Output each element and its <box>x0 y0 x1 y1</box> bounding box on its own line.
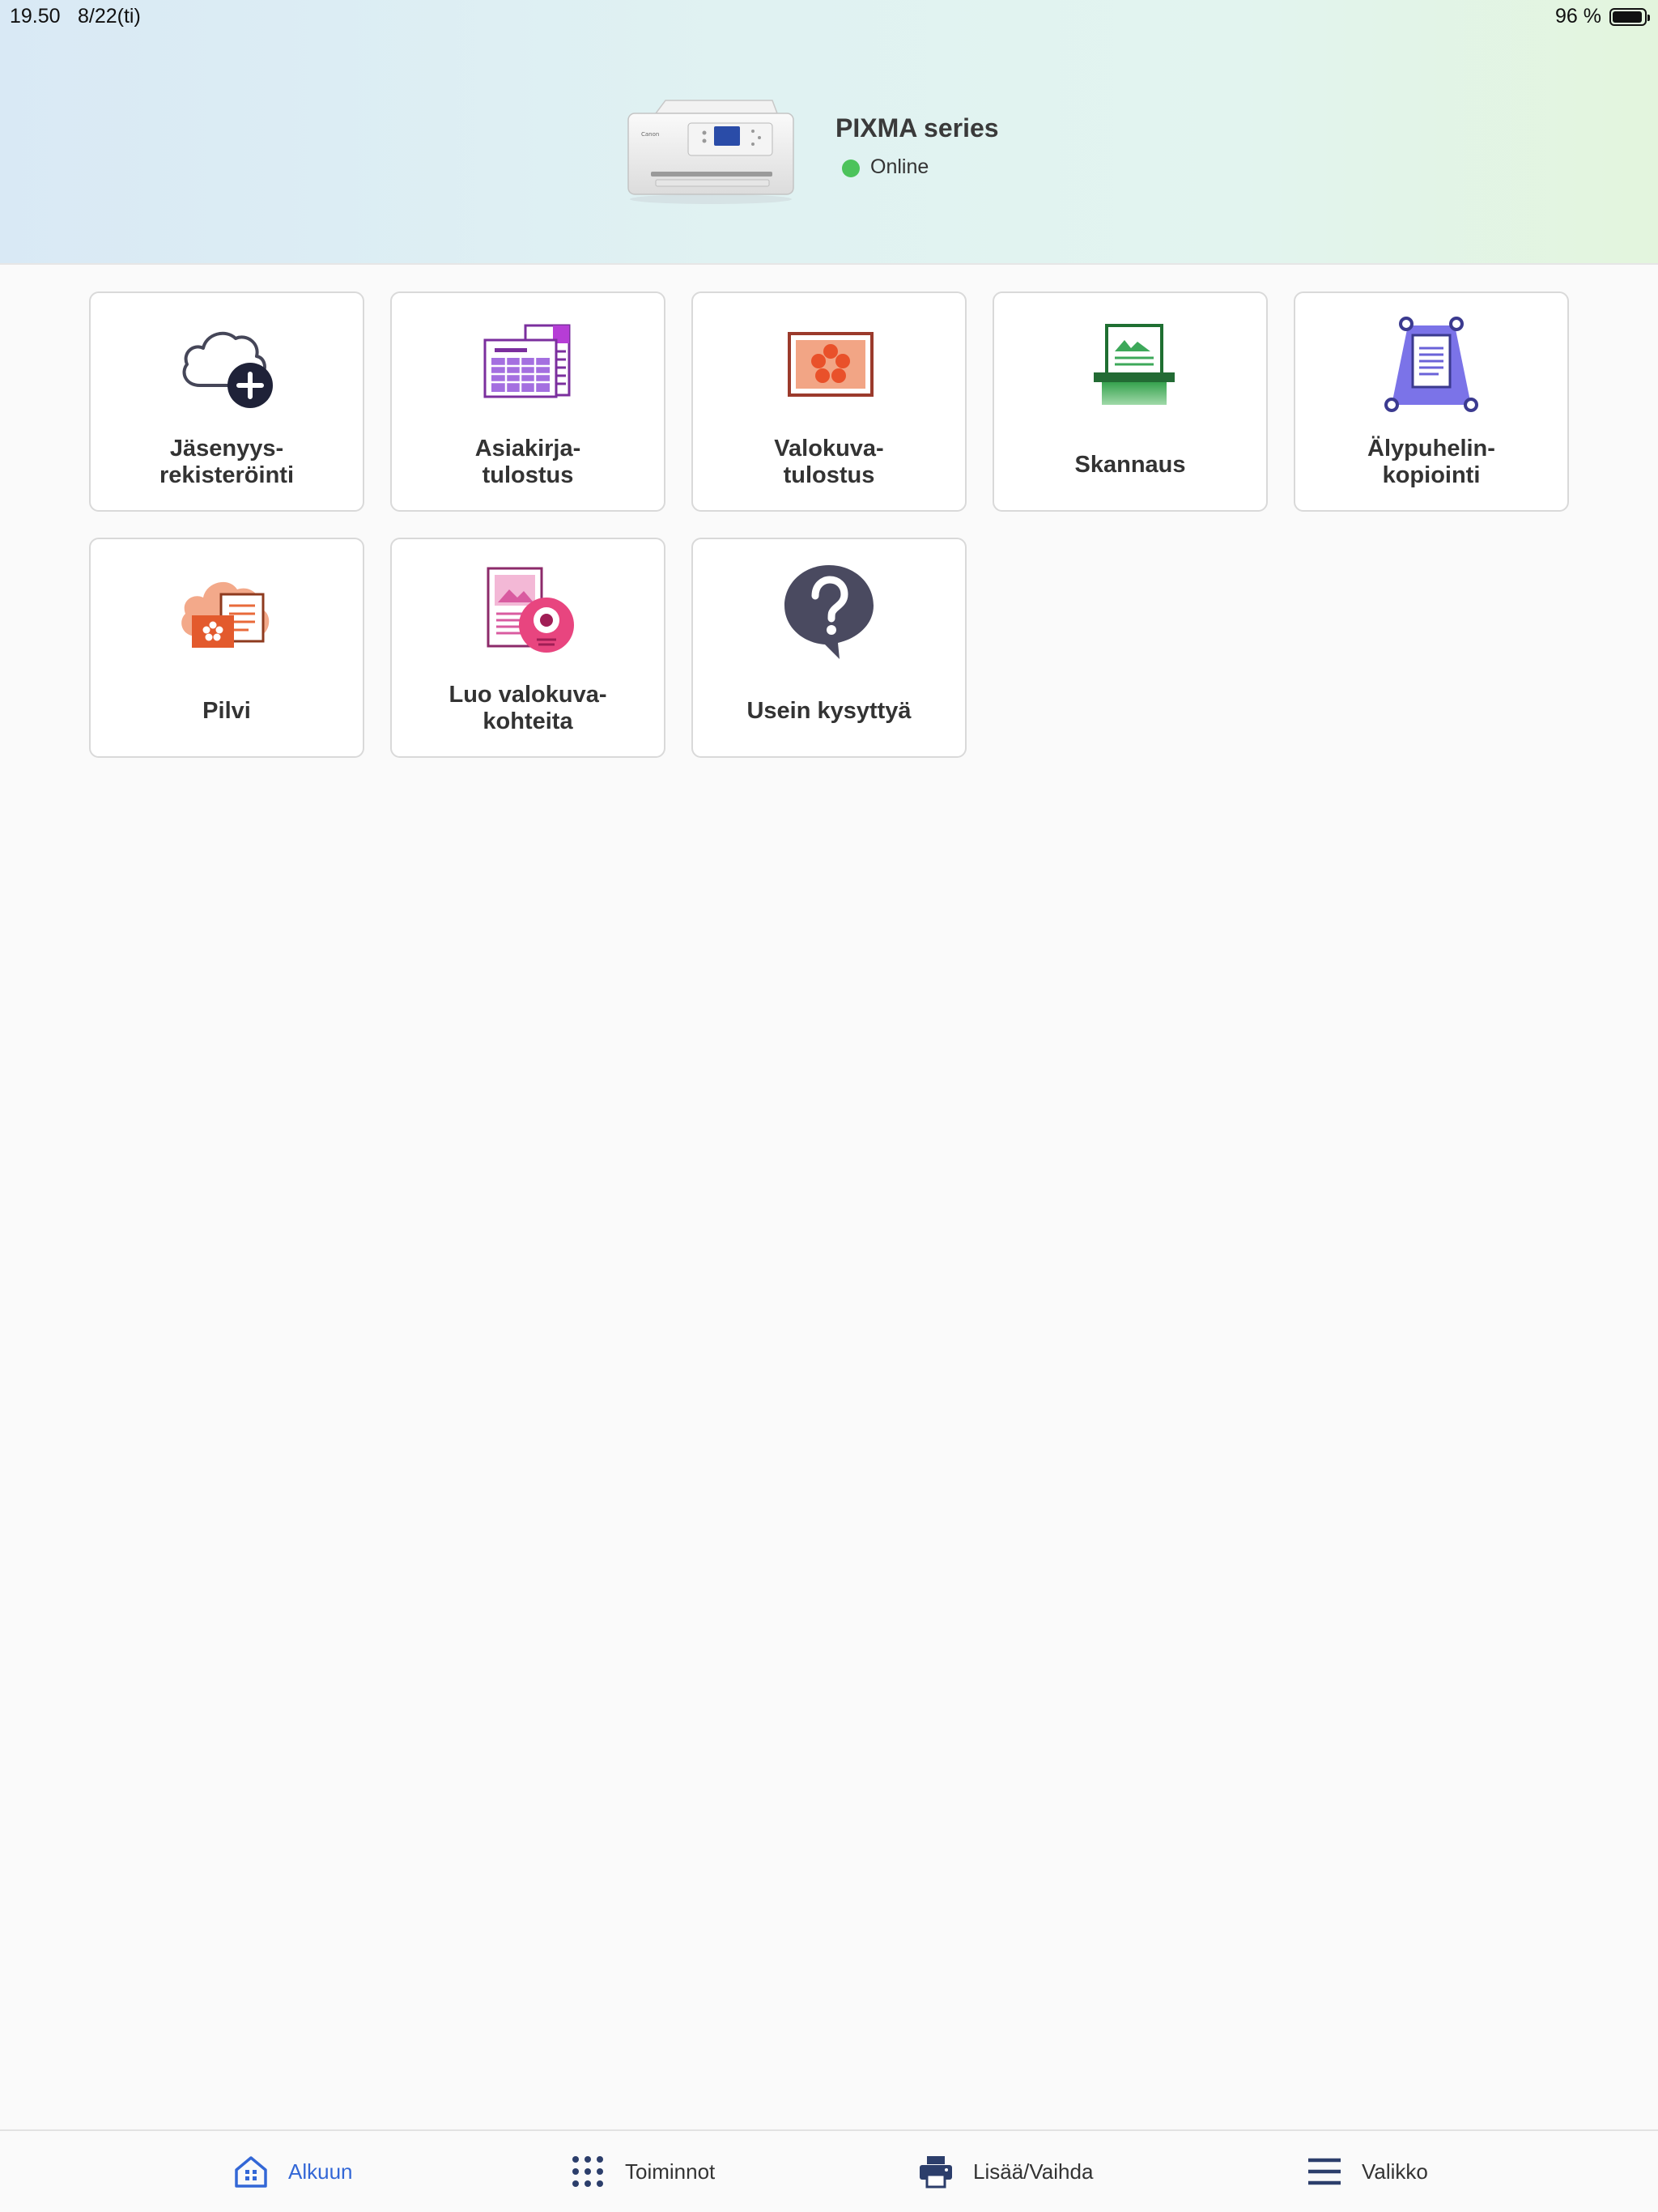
nav-menu-label: Valikko <box>1362 2159 1428 2184</box>
printer-status: Online <box>870 155 929 178</box>
svg-text:Canon: Canon <box>641 131 659 138</box>
faq-question-icon <box>784 565 874 659</box>
printer-header: 19.50 8/22(ti) 96 % Canon PIXMA series O… <box>0 0 1658 265</box>
nav-functions[interactable]: Toiminnot <box>570 2131 715 2212</box>
nav-add-switch-printer[interactable]: Lisää/Vaihda <box>918 2131 1093 2212</box>
tile-label: Luo valokuva- kohteita <box>449 682 607 734</box>
tile-document-print[interactable]: Asiakirja- tulostus <box>390 291 665 512</box>
tile-create-photo-items[interactable]: Luo valokuva- kohteita <box>390 538 665 758</box>
home-icon <box>235 2156 267 2188</box>
scanner-icon <box>1094 324 1175 405</box>
tile-membership-registration[interactable]: Jäsenyys- rekisteröinti <box>89 291 364 512</box>
tile-cloud[interactable]: Pilvi <box>89 538 364 758</box>
online-status-dot <box>842 160 860 177</box>
nav-home-label: Alkuun <box>288 2159 353 2184</box>
cloud-icon <box>181 581 270 648</box>
tile-label: Pilvi <box>202 698 251 724</box>
photo-print-icon <box>788 332 874 397</box>
nav-functions-label: Toiminnot <box>625 2159 716 2184</box>
hamburger-menu-icon <box>1308 2158 1341 2185</box>
nav-add-switch-label: Lisää/Vaihda <box>973 2159 1094 2184</box>
tile-label: Asiakirja- tulostus <box>474 436 581 488</box>
status-time: 19.50 <box>10 5 61 28</box>
tile-faq[interactable]: Usein kysyttyä <box>691 538 967 758</box>
tile-photo-print[interactable]: Valokuva- tulostus <box>691 291 967 512</box>
tile-scan[interactable]: Skannaus <box>993 291 1268 512</box>
bottom-navigation: Alkuun Toiminnot Lisää/Vaihda Valikko <box>0 2129 1658 2212</box>
grid-dots-icon <box>572 2156 603 2187</box>
status-bar: 19.50 8/22(ti) 96 % <box>0 0 1658 32</box>
document-print-icon <box>483 324 571 398</box>
tile-label: Valokuva- tulostus <box>774 436 884 488</box>
smartphone-copy-icon <box>1384 317 1478 412</box>
printer-image: Canon <box>627 100 794 204</box>
tile-label: Usein kysyttyä <box>746 698 912 724</box>
nav-menu[interactable]: Valikko <box>1307 2131 1428 2212</box>
tile-label: Jäsenyys- rekisteröinti <box>159 436 294 488</box>
tile-label: Skannaus <box>1074 452 1186 478</box>
tile-smartphone-copy[interactable]: Älypuhelin- kopiointi <box>1294 291 1569 512</box>
create-photo-items-icon <box>487 567 574 653</box>
nav-home[interactable]: Alkuun <box>233 2131 353 2212</box>
tile-label: Älypuhelin- kopiointi <box>1367 436 1495 488</box>
status-date: 8/22(ti) <box>78 5 141 28</box>
printer-icon <box>920 2156 952 2189</box>
battery-icon <box>1609 8 1650 26</box>
printer-name: PIXMA series <box>835 113 999 143</box>
battery-percentage: 96 % <box>1555 5 1601 28</box>
cloud-plus-icon <box>182 331 273 408</box>
